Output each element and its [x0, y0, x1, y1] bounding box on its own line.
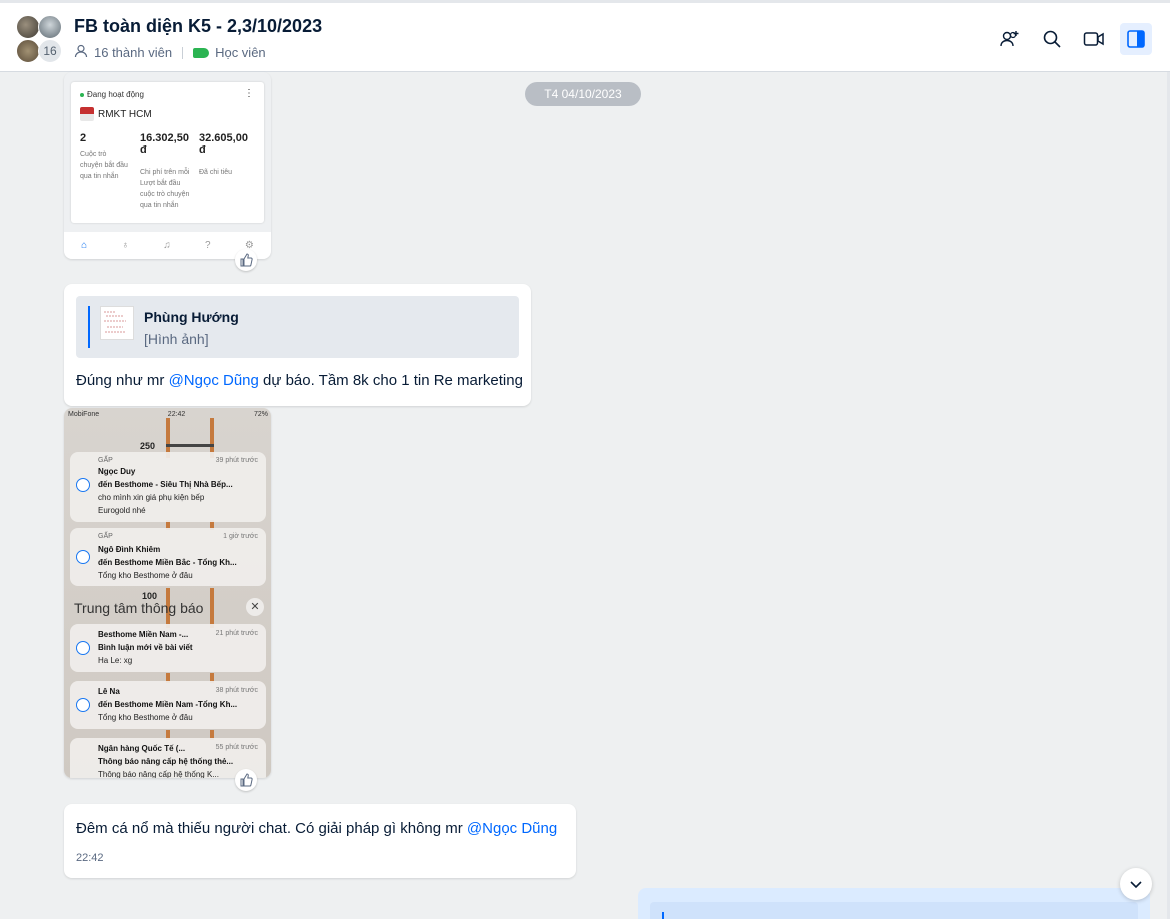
mention-link[interactable]: @Ngọc Dũng: [169, 372, 259, 389]
reply-message[interactable]: Phùng Hướng [Hình ảnh] Đúng như mr @Ngọc…: [64, 284, 531, 406]
message-time: 22:42: [76, 852, 104, 864]
account-logo: [80, 107, 94, 121]
video-call-icon: [1083, 32, 1104, 46]
message-text: Đúng như mr @Ngọc Dũng dự báo. Tầm 8k ch…: [76, 372, 523, 389]
quoted-message: [650, 902, 1138, 919]
mention-link[interactable]: @Ngọc Dũng: [467, 820, 557, 837]
chat-header: 16 FB toàn diện K5 - 2,3/10/2023 16 thàn…: [0, 0, 1170, 72]
floor-label: 250: [140, 441, 156, 451]
notification-item: 21 phút trước Besthome Miền Nam -... Bìn…: [70, 624, 266, 672]
search-icon: [1043, 30, 1061, 48]
text-message[interactable]: Đêm cá nổ mà thiếu người chat. Có giải p…: [64, 804, 576, 878]
image-message-notifications-screenshot[interactable]: MobiFone 22:42 72% 250 100 GẤP 39 phút trư…: [64, 408, 271, 778]
label-tag-icon: [193, 47, 210, 58]
chat-subline: 16 thành viên Học viên: [74, 44, 266, 61]
like-button[interactable]: [235, 769, 257, 791]
quote-bar: [88, 306, 90, 348]
thumbs-up-icon: [240, 253, 253, 267]
date-divider: T4 04/10/2023: [525, 82, 641, 106]
message-text: Đêm cá nổ mà thiếu người chat. Có giải p…: [76, 820, 558, 837]
toggle-sidebar-button[interactable]: [1120, 23, 1152, 55]
add-member-button[interactable]: [994, 23, 1026, 55]
search-button[interactable]: [1036, 23, 1068, 55]
thumbs-up-icon: [240, 773, 253, 787]
quoted-image-thumbnail: [100, 306, 134, 340]
quoted-sender: Phùng Hướng: [144, 309, 239, 325]
chat-title[interactable]: FB toàn diện K5 - 2,3/10/2023: [74, 16, 322, 37]
help-icon: ?: [205, 240, 211, 251]
more-icon: ⋮: [244, 88, 254, 99]
quoted-message[interactable]: Phùng Hướng [Hình ảnh]: [76, 296, 519, 358]
metric-desc: Cuộc trò chuyện bắt đầu qua tin nhắn: [80, 151, 128, 180]
quote-bar: [662, 912, 664, 919]
member-icon[interactable]: [74, 44, 88, 61]
bulb-icon: ♁: [121, 240, 129, 251]
image-message-ads-screenshot[interactable]: Đang hoạt động ⋮ RMKT HCM 2 16.302,50 đ 3…: [64, 72, 271, 259]
member-avatar: [16, 15, 40, 39]
messenger-icon: [76, 550, 90, 564]
close-icon: ✕: [246, 598, 264, 616]
ads-card: Đang hoạt động ⋮ RMKT HCM 2 16.302,50 đ 3…: [71, 82, 264, 223]
metric-desc: Đã chi tiêu: [199, 169, 233, 176]
notification-item: 38 phút trước Lê Na đến Besthome Miền Na…: [70, 681, 266, 729]
label-tag-text[interactable]: Học viên: [215, 45, 266, 60]
bell-icon: ♫: [163, 240, 171, 251]
metric-desc: Chi phí trên mỗi Lượt bắt đầu cuộc trò chu…: [140, 169, 190, 209]
notification-item: GẤP 1 giờ trước Ngô Đình Khiêm đến Besth…: [70, 528, 266, 586]
quoted-type: [Hình ảnh]: [144, 331, 209, 347]
like-button[interactable]: [235, 249, 257, 271]
metric-value: 2: [80, 132, 87, 144]
chevron-down-icon: [1130, 881, 1142, 889]
own-message[interactable]: [638, 888, 1150, 919]
metric-value: 16.302,50 đ: [140, 132, 189, 156]
ads-status: Đang hoạt động: [80, 90, 144, 99]
toggle-sidebar-icon: [1127, 30, 1145, 48]
member-avatar: [16, 39, 40, 63]
messenger-icon: [76, 698, 90, 712]
member-count-badge: 16: [38, 39, 62, 63]
ads-account: RMKT HCM: [80, 107, 152, 121]
add-member-icon: [1000, 31, 1019, 47]
divider: [182, 46, 184, 59]
member-count[interactable]: 16 thành viên: [94, 45, 172, 60]
group-avatar[interactable]: 16: [14, 15, 64, 65]
metric-value: 32.605,00 đ: [199, 132, 248, 156]
notification-center-title: Trung tâm thông báo: [74, 600, 204, 616]
phone-status-bar: MobiFone 22:42 72%: [68, 411, 268, 418]
home-icon: ⌂: [81, 240, 88, 251]
video-call-button[interactable]: [1078, 23, 1110, 55]
notification-item: GẤP 39 phút trước Ngọc Duy đến Besthome …: [70, 452, 266, 522]
messenger-icon: [76, 478, 90, 492]
member-avatar: [38, 15, 62, 39]
messenger-icon: [76, 641, 90, 655]
header-actions: [994, 23, 1152, 55]
scroll-to-bottom-button[interactable]: [1120, 868, 1152, 900]
